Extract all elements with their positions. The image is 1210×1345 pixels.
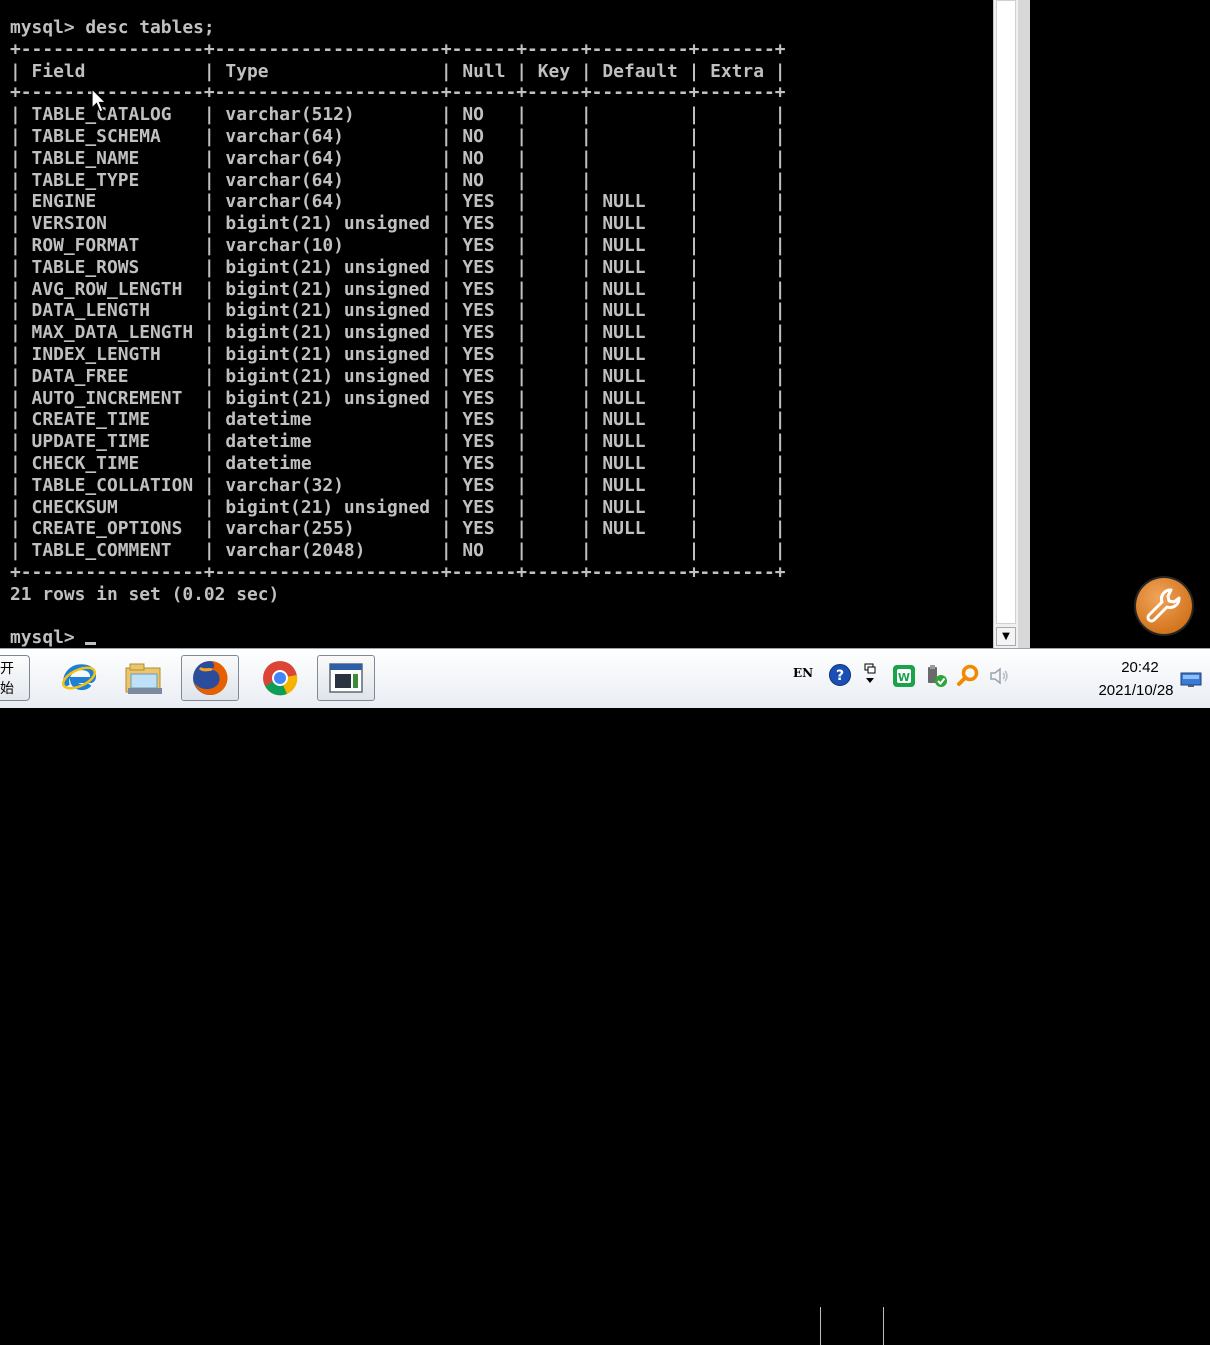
volume-muted-icon[interactable]	[988, 664, 1012, 688]
wrench-tool-button[interactable]	[1136, 578, 1192, 634]
wrench-icon	[1146, 588, 1181, 623]
firefox-icon	[193, 660, 228, 695]
show-desktop-icon[interactable]	[1180, 672, 1202, 688]
tray-separator	[820, 1307, 821, 1345]
scroll-down-button[interactable]: ▼	[996, 627, 1016, 646]
taskbar-command-prompt[interactable]	[317, 655, 375, 701]
command-prompt-icon	[329, 663, 363, 693]
mouse-pointer-icon	[91, 88, 107, 113]
language-bar-options-icon[interactable]	[860, 662, 880, 690]
wechat-work-icon[interactable]: W	[892, 664, 916, 688]
help-icon[interactable]: ?	[828, 663, 852, 687]
clock-date[interactable]: 2021/10/28	[1088, 682, 1184, 699]
clock-time[interactable]: 20:42	[1110, 659, 1170, 676]
console-output: mysql> desc tables; +-----------------+-…	[10, 17, 786, 648]
text-cursor	[85, 642, 97, 646]
language-indicator[interactable]: EN	[793, 666, 813, 680]
start-button[interactable]: 开始	[0, 655, 30, 701]
tray-separator	[883, 1307, 884, 1345]
chrome-icon	[263, 661, 298, 696]
svg-text:?: ?	[836, 668, 844, 684]
scrollbar-thumb[interactable]	[996, 0, 1016, 624]
usb-device-icon[interactable]	[924, 664, 948, 688]
background-window	[1030, 0, 1210, 648]
search-magnifier-icon[interactable]	[956, 664, 980, 688]
console-prompt[interactable]: mysql>	[10, 627, 97, 648]
taskbar-firefox[interactable]	[181, 655, 239, 701]
taskbar: 开始	[0, 648, 1210, 1345]
taskbar-chrome[interactable]	[251, 655, 309, 701]
file-explorer-icon	[125, 663, 162, 694]
taskbar-internet-explorer[interactable]	[50, 655, 108, 701]
svg-text:W: W	[898, 671, 910, 684]
vertical-scrollbar[interactable]: ▼	[993, 0, 1018, 648]
taskbar-file-explorer[interactable]	[115, 655, 173, 701]
window-border	[1018, 0, 1030, 648]
internet-explorer-icon	[61, 664, 97, 691]
console-window[interactable]: mysql> desc tables; +-----------------+-…	[0, 0, 993, 648]
